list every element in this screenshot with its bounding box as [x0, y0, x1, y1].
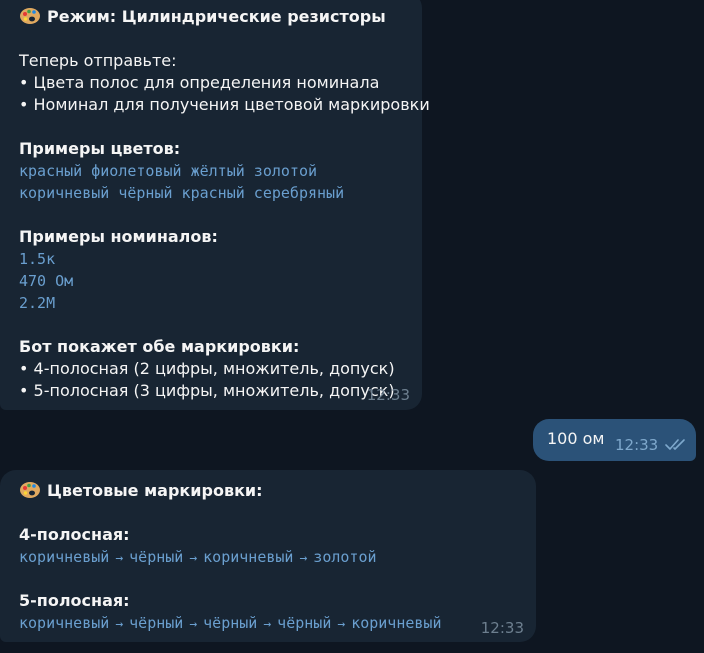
user-message-text: 100 ом [547, 429, 605, 448]
arrow-icon: → [337, 617, 346, 632]
bot-message-mode: Режим: Цилиндрические резисторы Теперь о… [0, 0, 430, 410]
arrow-icon: → [115, 551, 124, 566]
value-example-2[interactable]: 470 Ом [19, 270, 410, 292]
send-now-text: Теперь отправьте: [19, 51, 177, 70]
arrow-icon: → [299, 551, 308, 566]
five-band-title: 5-полосная: [19, 591, 130, 610]
palette-icon [20, 8, 40, 24]
band-color: чёрный [203, 614, 258, 632]
user-message-time: 12:33 [615, 436, 659, 454]
five-band-sequence[interactable]: коричневый → чёрный → чёрный → чёрный → коричнев… [19, 612, 524, 634]
four-band-title: 4-полосная: [19, 525, 130, 544]
bot-message-result: Цветовые маркировки: 4-полосная: коричне… [0, 470, 536, 642]
both-bullet-4band: • 4-полосная (2 цифры, множитель, допуск… [19, 359, 395, 378]
read-double-check-icon [665, 439, 685, 450]
arrow-icon: → [263, 617, 272, 632]
both-title: Бот покажет обе маркировки: [19, 337, 300, 356]
band-color: коричневый [351, 614, 442, 632]
color-example-2[interactable]: коричневый чёрный красный серебряный [19, 182, 410, 204]
message-time: 12:33 [366, 386, 410, 404]
band-color: золотой [313, 548, 377, 566]
band-color: чёрный [277, 614, 332, 632]
user-message: 100 ом 12:33 [533, 419, 696, 461]
message-title-row: Режим: Цилиндрические резисторы [19, 6, 410, 28]
bullet-colors: • Цвета полос для определения номинала [19, 73, 380, 92]
band-color: чёрный [129, 614, 184, 632]
arrow-icon: → [115, 617, 124, 632]
color-examples-title: Примеры цветов: [19, 139, 181, 158]
arrow-icon: → [189, 617, 198, 632]
band-color: коричневый [19, 548, 110, 566]
message-time: 12:33 [480, 619, 524, 637]
message-title-row: Цветовые маркировки: [19, 480, 524, 502]
palette-icon [20, 482, 40, 498]
result-title: Цветовые маркировки: [47, 481, 263, 500]
value-example-3[interactable]: 2.2М [19, 292, 410, 314]
color-example-1[interactable]: красный фиолетовый жёлтый золотой [19, 160, 410, 182]
band-color: коричневый [19, 614, 110, 632]
both-bullet-5band: • 5-полосная (3 цифры, множитель, допуск… [19, 381, 395, 400]
mode-title: Режим: Цилиндрические резисторы [47, 7, 386, 26]
value-examples-title: Примеры номиналов: [19, 227, 218, 246]
value-example-1[interactable]: 1.5к [19, 248, 410, 270]
band-color: коричневый [203, 548, 294, 566]
band-color: чёрный [129, 548, 184, 566]
four-band-sequence[interactable]: коричневый → чёрный → коричневый → золотой [19, 546, 524, 568]
bullet-value: • Номинал для получения цветовой маркиро… [19, 95, 430, 114]
arrow-icon: → [189, 551, 198, 566]
